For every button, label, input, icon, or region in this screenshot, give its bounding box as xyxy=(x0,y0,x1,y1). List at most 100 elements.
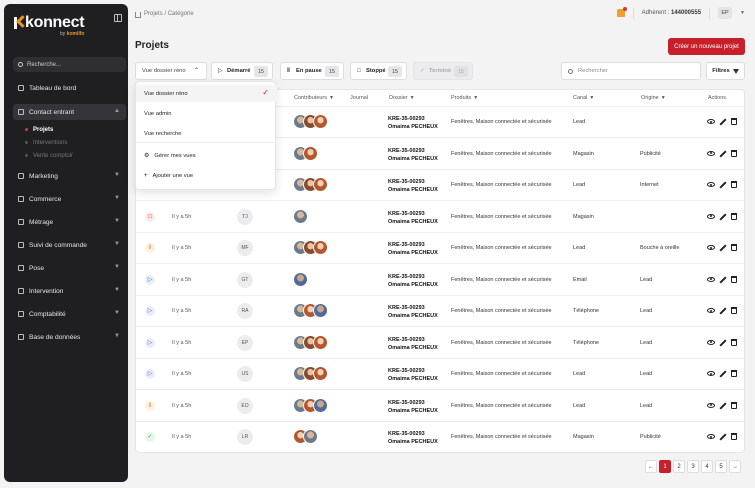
dossier-cell[interactable]: KRE-35-00293 Omaima PECHEUX xyxy=(388,178,438,194)
contributor-avatars[interactable] xyxy=(293,240,328,256)
sidebar-subitem-projets[interactable]: Projets xyxy=(25,123,126,136)
contributor-avatars[interactable] xyxy=(293,334,328,351)
trash-icon[interactable] xyxy=(731,118,737,125)
dossier-cell[interactable]: KRE-35-00293 Omaima PECHEUX xyxy=(388,210,438,226)
status-filter-termine[interactable]: ✓ Terminé 15 xyxy=(413,62,473,80)
eye-icon[interactable] xyxy=(707,213,715,219)
sidebar-item-commerce[interactable]: Commerce ▼ xyxy=(13,191,126,207)
pencil-icon[interactable] xyxy=(719,149,727,158)
eye-icon[interactable] xyxy=(707,402,715,408)
contributor-avatars[interactable] xyxy=(293,366,328,382)
pencil-icon[interactable] xyxy=(719,307,727,315)
sidebar-item-tableau-de-bord[interactable]: Tableau de bord xyxy=(13,80,126,96)
eye-icon[interactable] xyxy=(707,308,715,313)
pagination-page[interactable]: 1 xyxy=(659,460,671,473)
trash-icon[interactable] xyxy=(731,370,737,377)
table-row[interactable]: ‖ Il y a 5h MF KRE-35-00293 Omaima PECHEUX Fe… xyxy=(136,233,744,264)
dropdown-item-vue-admin[interactable]: Vue admin xyxy=(136,105,277,122)
dossier-cell[interactable]: KRE-35-00293 Omaima PECHEUX xyxy=(388,147,438,163)
contributor-avatars[interactable] xyxy=(293,145,318,162)
pencil-icon[interactable] xyxy=(719,181,727,189)
table-row[interactable]: ▷ Il y a 5h US KRE-35-00293 Omaima PECHEUX Fe… xyxy=(136,359,744,390)
sidebar-item-base-de-donnees[interactable]: Base de données ▼ xyxy=(13,329,126,345)
contributor-avatars[interactable] xyxy=(293,303,328,319)
filters-button[interactable]: Filtres xyxy=(706,62,745,80)
pagination-page[interactable]: 4 xyxy=(701,460,713,473)
pencil-icon[interactable] xyxy=(719,401,727,410)
eye-icon[interactable] xyxy=(707,371,715,376)
table-row[interactable]: ▷ Il y a 5h RA KRE-35-00293 Omaima PECHEUX Fe… xyxy=(136,296,744,327)
contributor-avatars[interactable] xyxy=(293,177,328,193)
sidebar-item-pose[interactable]: Pose ▼ xyxy=(13,260,126,276)
dossier-cell[interactable]: KRE-35-00293 Omaima PECHEUX xyxy=(388,241,438,257)
home-icon[interactable] xyxy=(135,12,141,18)
pencil-icon[interactable] xyxy=(719,244,727,252)
eye-icon[interactable] xyxy=(707,245,715,250)
konnect-logo[interactable]: konnect by komilfo xyxy=(14,14,114,44)
sidebar-item-suivi-de-commande[interactable]: Suivi de commande ▼ xyxy=(13,237,126,253)
contributor-avatars[interactable] xyxy=(293,271,308,288)
eye-icon[interactable] xyxy=(707,150,715,156)
trash-icon[interactable] xyxy=(731,244,737,251)
create-project-button[interactable]: Créer un nouveau projet xyxy=(668,38,745,55)
dossier-cell[interactable]: KRE-35-00293 Omaima PECHEUX xyxy=(388,399,438,415)
chevron-down-icon[interactable]: ▼ xyxy=(740,10,745,16)
dossier-cell[interactable]: KRE-35-00293 Omaima PECHEUX xyxy=(388,367,438,383)
pagination-page[interactable]: 3 xyxy=(687,460,699,473)
pencil-icon[interactable] xyxy=(719,118,727,126)
user-avatar[interactable]: EP xyxy=(718,7,733,19)
search-input[interactable]: Rechercher xyxy=(561,62,701,80)
pencil-icon[interactable] xyxy=(719,370,727,378)
table-row[interactable]: ‖ Il y a 5h EO KRE-35-00293 Omaima PECHEUX Fe… xyxy=(136,391,744,422)
dropdown-item-ajouter-une-vue[interactable]: + Ajouter une vue xyxy=(136,167,277,184)
table-row[interactable]: ✓ Il y a 5h LR KRE-35-00293 Omaima PECHEUX Fe… xyxy=(136,422,744,452)
table-row[interactable]: ▷ Il y a 5h EP KRE-35-00293 Omaima PECHEUX Fe… xyxy=(136,328,744,359)
trash-icon[interactable] xyxy=(731,212,737,220)
pagination-page[interactable]: 2 xyxy=(673,460,685,473)
column-header-dossier[interactable]: Dossier ▼ xyxy=(389,95,415,101)
sidebar-item-contact-entrant[interactable]: Contact entrant ▲ xyxy=(13,104,126,120)
pagination-next[interactable]: → xyxy=(729,460,741,473)
dossier-cell[interactable]: KRE-35-00293 Omaima PECHEUX xyxy=(388,430,438,446)
sidebar-item-metrage[interactable]: Métrage ▼ xyxy=(13,214,126,230)
pagination-prev[interactable]: ← xyxy=(645,460,657,473)
pencil-icon[interactable] xyxy=(719,275,727,284)
column-header-origine[interactable]: Origine ▼ xyxy=(641,95,666,101)
trash-icon[interactable] xyxy=(731,307,737,314)
sidebar-collapse-icon[interactable] xyxy=(114,14,122,22)
trash-icon[interactable] xyxy=(731,338,737,346)
sidebar-item-comptabilite[interactable]: Comptabilité ▼ xyxy=(13,306,126,322)
dossier-cell[interactable]: KRE-35-00293 Omaima PECHEUX xyxy=(388,304,438,320)
column-header-canal[interactable]: Canal ▼ xyxy=(573,95,594,101)
breadcrumb-parent[interactable]: Projets xyxy=(144,11,163,17)
sidebar-subitem-interventions[interactable]: Interventions xyxy=(25,136,126,149)
contributor-avatars[interactable] xyxy=(293,114,328,130)
eye-icon[interactable] xyxy=(707,276,715,282)
column-header-journal[interactable]: Journal xyxy=(350,95,368,101)
table-row[interactable]: ▷ Il y a 5h GT KRE-35-00293 Omaima PECHEUX Fe… xyxy=(136,265,744,296)
trash-icon[interactable] xyxy=(731,275,737,283)
pencil-icon[interactable] xyxy=(719,433,727,441)
dropdown-item-gerer-mes-vues[interactable]: ⚙ Gérer mes vues xyxy=(136,147,277,164)
eye-icon[interactable] xyxy=(707,119,715,124)
contributor-avatars[interactable] xyxy=(293,429,318,445)
pencil-icon[interactable] xyxy=(719,338,727,347)
status-filter-stoppe[interactable]: □ Stoppé 15 xyxy=(350,62,407,80)
sidebar-item-intervention[interactable]: Intervention ▼ xyxy=(13,283,126,299)
status-filter-en-pause[interactable]: ‖ En pause 15 xyxy=(280,62,344,80)
status-filter-demarre[interactable]: ▷ Démarré 15 xyxy=(211,62,273,80)
eye-icon[interactable] xyxy=(707,182,715,187)
pagination-page[interactable]: 5 xyxy=(715,460,727,473)
contributor-avatars[interactable] xyxy=(293,208,308,225)
trash-icon[interactable] xyxy=(731,433,737,440)
view-select[interactable]: Vue dossier réno ⌃ xyxy=(135,62,207,80)
table-row[interactable]: □ Il y a 5h TJ KRE-35-00293 Omaima PECHEUX Fe… xyxy=(136,202,744,233)
sidebar-subitem-vente-comptoir[interactable]: Vente comptoir xyxy=(25,149,126,162)
dossier-cell[interactable]: KRE-35-00293 Omaima PECHEUX xyxy=(388,115,438,131)
notification-bell-icon[interactable] xyxy=(616,7,627,17)
trash-icon[interactable] xyxy=(731,181,737,188)
dossier-cell[interactable]: KRE-35-00293 Omaima PECHEUX xyxy=(388,336,438,352)
sidebar-item-marketing[interactable]: Marketing ▼ xyxy=(13,168,126,184)
column-header-contributeurs[interactable]: Contributeurs ▼ xyxy=(294,95,334,101)
dropdown-item-vue-dossier-reno[interactable]: Vue dossier réno ✓ xyxy=(136,85,277,102)
